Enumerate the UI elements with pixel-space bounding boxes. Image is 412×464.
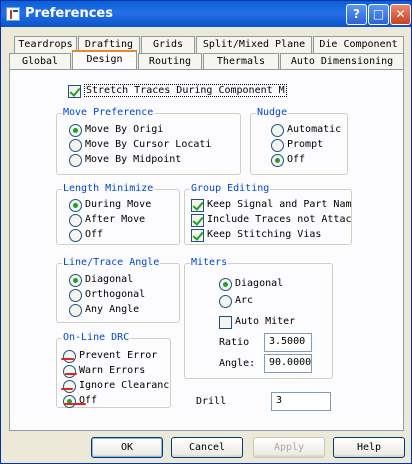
option-label: Keep Stitching Vias (207, 229, 322, 240)
option-label: Move By Origi (85, 124, 164, 135)
option-label: Any Angle (85, 304, 140, 315)
length-minimize-title: Length Minimize (62, 183, 155, 194)
option-label: Keep Signal and Part Nam (207, 199, 352, 210)
annotation-mark (61, 388, 73, 390)
drill-label: Drill (196, 396, 227, 407)
option-label: Diagonal (85, 274, 134, 285)
option-label: Prompt (287, 139, 324, 150)
window-title: Preferences (25, 6, 113, 21)
radio-unselected (219, 295, 232, 308)
tab-design[interactable]: Design (72, 50, 137, 69)
radio-selected (69, 199, 82, 212)
option-label: Auto Miter (235, 316, 296, 327)
apply-button[interactable]: Apply (253, 437, 325, 458)
option-label: Move By Midpoint (85, 154, 182, 165)
miters-title: Miters (190, 257, 229, 268)
option-label: After Move (85, 214, 146, 225)
checkbox-box (191, 199, 204, 212)
group-editing-title: Group Editing (190, 183, 271, 194)
checkbox-box (191, 214, 204, 227)
annotation-mark (64, 403, 86, 405)
option-label: During Move (85, 199, 152, 210)
group-editing-group: Group Editing Keep Signal and Part Nam I… (184, 183, 352, 245)
length-minimize-group: Length Minimize During Move After Move O… (56, 183, 180, 245)
tab-thermals[interactable]: Thermals (203, 53, 279, 70)
tab-split-mixed-plane[interactable]: Split/Mixed Plane (196, 36, 312, 53)
tab-die-component[interactable]: Die Component (313, 36, 404, 53)
checkbox-box (68, 85, 81, 98)
radio-unselected (69, 154, 82, 167)
tab-grids[interactable]: Grids (141, 36, 195, 53)
tab-teardrops[interactable]: Teardrops (14, 36, 77, 53)
line-trace-angle-title: Line/Trace Angle (62, 257, 161, 268)
tab-global[interactable]: Global (9, 53, 71, 70)
checkbox-box (191, 229, 204, 242)
radio-unselected (63, 350, 76, 363)
option-label: Off (287, 154, 306, 165)
app-icon (6, 7, 20, 21)
radio-selected (63, 395, 76, 408)
tab-routing[interactable]: Routing (138, 53, 202, 70)
line-trace-angle-group: Line/Trace Angle Diagonal Orthogonal Any… (56, 257, 180, 323)
angle-label: Angle: (219, 358, 256, 369)
nudge-title: Nudge (256, 107, 289, 118)
preferences-window: Preferences ? □ ✕ Teardrops Drafting Gri… (0, 0, 412, 464)
tab-auto-dimensioning[interactable]: Auto Dimensioning (280, 53, 404, 70)
radio-unselected (271, 124, 284, 137)
option-label: Include Traces not Attac (207, 214, 352, 225)
stretch-traces-checkbox[interactable]: Stretch Traces During Component M (68, 84, 298, 99)
radio-unselected (69, 214, 82, 227)
radio-unselected (63, 380, 76, 393)
option-label: Orthogonal (85, 289, 146, 300)
radio-selected (219, 278, 232, 291)
move-preference-title: Move Preference (62, 107, 155, 118)
ratio-label: Ratio (219, 337, 250, 348)
angle-input[interactable]: 90.0000 (264, 354, 312, 373)
radio-unselected (69, 229, 82, 242)
cancel-button[interactable]: Cancel (171, 437, 243, 458)
radio-selected (69, 124, 82, 137)
radio-unselected (69, 304, 82, 317)
help-icon[interactable]: ? (346, 4, 367, 25)
ok-button[interactable]: OK (91, 437, 163, 458)
annotation-mark (65, 373, 77, 375)
option-label: Warn Errors (79, 365, 146, 376)
option-label: Off (85, 229, 104, 240)
checkbox-box (219, 316, 232, 329)
option-label: Automatic (287, 124, 342, 135)
stretch-traces-label: Stretch Traces During Component M (84, 84, 287, 97)
radio-selected (69, 274, 82, 287)
option-label: Arc (235, 295, 254, 306)
help-button[interactable]: Help (333, 437, 405, 458)
option-label: Prevent Error (79, 350, 158, 361)
nudge-group: Nudge Automatic Prompt Off (250, 107, 348, 175)
title-bar[interactable]: Preferences ? □ ✕ (1, 1, 411, 27)
close-icon[interactable]: ✕ (390, 4, 411, 25)
move-preference-group: Move Preference Move By Origi Move By Cu… (56, 107, 241, 175)
miters-group: Miters Diagonal Arc Auto Miter Ratio 3.5… (184, 257, 333, 379)
option-label: Diagonal (235, 278, 284, 289)
maximize-icon[interactable]: □ (368, 4, 389, 25)
radio-unselected (271, 139, 284, 152)
online-drc-title: On-Line DRC (62, 332, 131, 343)
radio-unselected (69, 139, 82, 152)
drill-input[interactable]: 3 (271, 392, 331, 411)
radio-selected (271, 154, 284, 167)
radio-unselected (69, 289, 82, 302)
radio-unselected (63, 365, 76, 378)
design-tab-panel: Stretch Traces During Component M Move P… (9, 69, 404, 431)
option-label: Ignore Clearanc (79, 380, 170, 391)
ratio-input[interactable]: 3.5000 (264, 333, 312, 352)
annotation-mark (61, 358, 74, 360)
online-drc-group: On-Line DRC Prevent Error Warn Errors Ig… (56, 332, 171, 408)
option-label: Move By Cursor Locati (85, 139, 212, 150)
